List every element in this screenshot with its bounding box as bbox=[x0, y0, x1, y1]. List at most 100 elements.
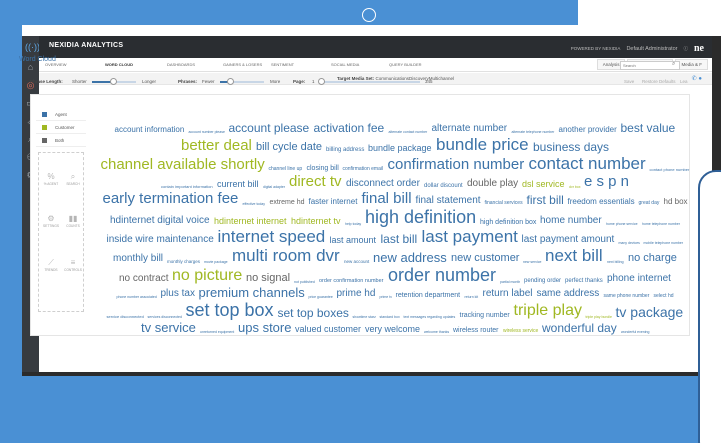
cloud-word[interactable]: phone internet bbox=[607, 274, 671, 284]
save-button[interactable]: Save bbox=[624, 79, 634, 84]
media-button[interactable]: Media & F bbox=[675, 59, 708, 70]
cloud-word[interactable]: effective today bbox=[243, 202, 266, 207]
cloud-word[interactable]: valued customer bbox=[295, 325, 361, 334]
cloud-word[interactable]: dvr box bbox=[569, 185, 580, 190]
cloud-word[interactable]: final bill bbox=[362, 191, 412, 206]
cloud-word[interactable]: alternate telephone number bbox=[512, 130, 555, 135]
cloud-word[interactable]: activation fee bbox=[314, 122, 385, 134]
gear-button[interactable]: Lea bbox=[680, 79, 688, 84]
cloud-word[interactable]: monthly charges bbox=[167, 259, 200, 265]
cloud-word[interactable]: bill cycle date bbox=[256, 142, 322, 153]
counts-tool[interactable]: ▮▮ COUNTS bbox=[62, 213, 84, 239]
page-track[interactable] bbox=[320, 81, 420, 83]
cloud-word[interactable]: home telephone number bbox=[642, 222, 680, 227]
tab-dashboards[interactable]: DASHBOARDS bbox=[167, 62, 195, 67]
cloud-word[interactable]: high definition bbox=[365, 208, 476, 226]
search-icon[interactable]: ⌕ bbox=[672, 61, 675, 68]
cloud-word[interactable]: financial services bbox=[485, 201, 523, 206]
cloud-word[interactable]: perfect thanks bbox=[565, 278, 603, 284]
cloud-word[interactable]: set top boxes bbox=[278, 307, 349, 319]
cloud-word[interactable]: account please bbox=[229, 122, 310, 134]
cloud-word[interactable]: bundle price bbox=[436, 136, 529, 153]
cloud-word[interactable]: bundle package bbox=[368, 144, 432, 153]
legend-customer[interactable]: Customer bbox=[36, 121, 86, 134]
cloud-word[interactable]: unreturned equipment bbox=[200, 330, 234, 335]
cloud-word[interactable]: high definition box bbox=[480, 219, 536, 226]
cloud-word[interactable]: wonderful evening bbox=[621, 330, 649, 335]
cloud-word[interactable]: tv service bbox=[141, 321, 196, 334]
cloud-word[interactable]: channel line up bbox=[269, 167, 303, 172]
cloud-word[interactable]: last payment amount bbox=[522, 235, 615, 245]
cloud-word[interactable]: triple play bundle bbox=[586, 315, 612, 320]
tab-social-media[interactable]: SOCIAL MEDIA bbox=[331, 62, 359, 67]
cloud-word[interactable]: hdinternet digital voice bbox=[110, 216, 210, 226]
cloud-word[interactable]: premium channels bbox=[199, 286, 305, 299]
cloud-word[interactable]: order number bbox=[388, 266, 496, 284]
cloud-word[interactable]: welcome thanks bbox=[424, 330, 449, 335]
cloud-word[interactable]: faster internet bbox=[309, 198, 358, 206]
cloud-word[interactable]: new account bbox=[344, 259, 369, 265]
cloud-word[interactable]: last bill bbox=[381, 233, 418, 245]
cloud-word[interactable]: partial month bbox=[500, 280, 520, 285]
search-tool[interactable]: ⌕ SEARCH bbox=[62, 171, 84, 197]
cloud-word[interactable]: wonderful day bbox=[542, 322, 617, 334]
cloud-word[interactable]: help today bbox=[345, 222, 361, 227]
cloud-word[interactable]: home phone service bbox=[606, 222, 638, 227]
cloud-word[interactable]: alternate contact number bbox=[389, 130, 428, 135]
legend-both[interactable]: Both bbox=[36, 134, 86, 147]
cloud-word[interactable]: dsl service bbox=[522, 180, 565, 189]
cloud-word[interactable]: freedom essentials bbox=[568, 198, 635, 206]
controls-tool[interactable]: ≡ CONTROLS bbox=[62, 257, 84, 283]
cloud-word[interactable]: same phone number bbox=[604, 294, 650, 299]
cloud-word[interactable]: double play bbox=[467, 179, 518, 189]
cloud-word[interactable]: new customer bbox=[451, 253, 519, 264]
cloud-word[interactable]: tv package bbox=[616, 305, 684, 319]
cloud-word[interactable]: hd box bbox=[664, 198, 688, 206]
cloud-word[interactable]: new service bbox=[523, 260, 541, 265]
tab-word-cloud[interactable]: WORD CLOUD bbox=[105, 62, 133, 67]
tab-gainers-losers[interactable]: GAINERS & LOSERS bbox=[223, 62, 262, 67]
cloud-word[interactable]: confirmation number bbox=[388, 157, 525, 172]
cloud-word[interactable]: e s p n bbox=[584, 174, 629, 189]
cloud-word[interactable]: service disconnected bbox=[107, 315, 144, 319]
cloud-word[interactable]: services disconnected bbox=[148, 315, 182, 320]
trends-tool[interactable]: ⟋ TRENDS bbox=[40, 257, 62, 283]
cloud-word[interactable]: account information bbox=[115, 126, 185, 134]
cloud-word[interactable]: another provider bbox=[559, 126, 617, 134]
page-slider[interactable] bbox=[318, 78, 325, 85]
settings-tool[interactable]: ⚙ SETTINGS bbox=[40, 213, 62, 239]
cloud-word[interactable]: prime hd bbox=[337, 289, 376, 299]
cloud-word[interactable]: dollar discount bbox=[424, 183, 463, 189]
cloud-word[interactable]: confirmation email bbox=[343, 167, 384, 172]
cloud-word[interactable]: internet speed bbox=[218, 228, 326, 245]
cloud-word[interactable]: closing bill bbox=[307, 165, 339, 172]
phone-icon[interactable]: ✆ ● bbox=[692, 75, 702, 82]
cloud-word[interactable]: monthly bill bbox=[113, 254, 163, 264]
home-icon[interactable]: ⌂ bbox=[25, 62, 36, 73]
cloud-word[interactable]: extreme hd bbox=[270, 199, 305, 206]
cloud-word[interactable]: account number please bbox=[189, 130, 225, 135]
cloud-word[interactable]: last amount bbox=[330, 236, 377, 245]
cloud-word[interactable]: digital adapter bbox=[263, 185, 285, 190]
cloud-word[interactable]: wireless router bbox=[453, 327, 499, 334]
cloud-word[interactable]: home number bbox=[540, 216, 602, 226]
cloud-word[interactable]: mobile telephone number bbox=[644, 241, 684, 246]
cloud-word[interactable]: movie package bbox=[204, 260, 228, 265]
search-input[interactable] bbox=[620, 61, 680, 70]
user-name[interactable]: Default Administrator bbox=[626, 46, 677, 52]
phrases-slider[interactable] bbox=[227, 78, 234, 85]
cloud-word[interactable]: pending order bbox=[524, 278, 561, 284]
cloud-word[interactable]: billing address bbox=[326, 147, 364, 153]
cloud-word[interactable]: return kit bbox=[465, 295, 479, 300]
cloud-word[interactable]: new address bbox=[373, 251, 447, 264]
cloud-word[interactable]: no charge bbox=[628, 253, 677, 264]
cloud-word[interactable]: alternate number bbox=[432, 124, 508, 134]
cloud-word[interactable]: triple play bbox=[514, 303, 582, 319]
cloud-word[interactable]: tracking number bbox=[460, 312, 510, 319]
cloud-word[interactable]: not published bbox=[294, 280, 315, 285]
cloud-word[interactable]: plus tax bbox=[161, 289, 195, 299]
cloud-word[interactable]: no contract bbox=[119, 274, 168, 284]
cloud-word[interactable]: last payment bbox=[422, 228, 518, 245]
cloud-word[interactable]: current bill bbox=[217, 180, 259, 189]
tab-sentiment[interactable]: SENTIMENT bbox=[271, 62, 294, 67]
